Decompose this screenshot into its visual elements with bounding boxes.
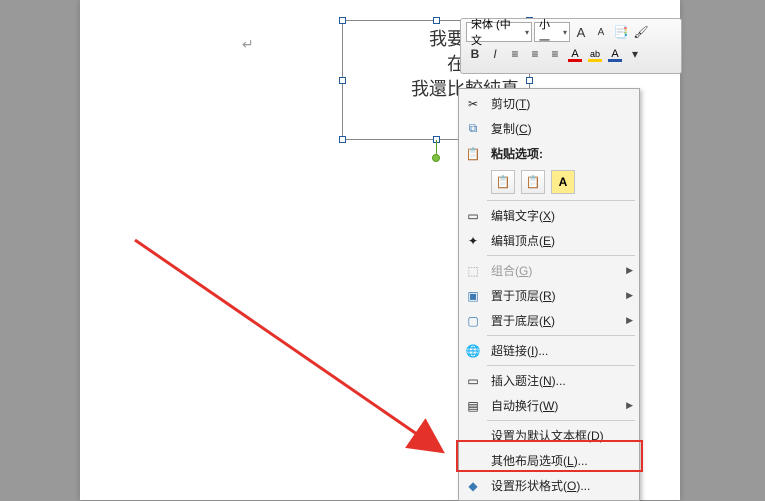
resize-handle[interactable] — [339, 77, 346, 84]
dropdown-icon[interactable]: ▾ — [626, 44, 644, 64]
group-icon: ⬚ — [465, 263, 481, 279]
separator — [487, 335, 635, 336]
scissors-icon: ✂ — [465, 96, 481, 112]
menu-default-textbox[interactable]: 设置为默认文本框(D) — [459, 423, 639, 448]
send-back-icon: ▢ — [465, 313, 481, 329]
highlight-button[interactable]: ab — [586, 45, 604, 63]
menu-format-shape[interactable]: ◆设置形状格式(O)... — [459, 473, 639, 498]
shrink-font-button[interactable]: A — [592, 22, 610, 42]
menu-send-back[interactable]: ▢置于底层(K)▶ — [459, 308, 639, 333]
resize-handle[interactable] — [433, 17, 440, 24]
font-size-combo[interactable]: 小一 — [534, 22, 570, 42]
menu-caption[interactable]: ▭插入题注(N)... — [459, 368, 639, 393]
menu-group: ⬚组合(G)▶ — [459, 258, 639, 283]
copy-icon: ⧉ — [465, 121, 481, 137]
format-shape-icon: ◆ — [465, 478, 481, 494]
font-color-button[interactable]: A — [566, 45, 584, 63]
paste-options-heading: 📋粘贴选项: — [459, 141, 639, 166]
clipboard-icon: 📋 — [465, 146, 481, 162]
rotate-handle[interactable] — [432, 154, 440, 162]
separator — [487, 255, 635, 256]
styles-icon[interactable]: 📑 — [612, 22, 630, 42]
hyperlink-icon: 🌐 — [465, 343, 481, 359]
paste-options-row: 📋 📋 A — [459, 166, 639, 198]
menu-hyperlink[interactable]: 🌐超链接(I)... — [459, 338, 639, 363]
separator — [487, 365, 635, 366]
resize-handle[interactable] — [339, 136, 346, 143]
separator — [487, 200, 635, 201]
menu-layout-options[interactable]: 其他布局选项(L)... — [459, 448, 639, 473]
chevron-right-icon: ▶ — [626, 265, 633, 276]
paragraph-mark: ↵ — [242, 36, 254, 53]
chevron-right-icon: ▶ — [626, 400, 633, 411]
grow-font-button[interactable]: A — [572, 22, 590, 42]
caption-icon: ▭ — [465, 373, 481, 389]
context-menu: ✂剪切(T) ⧉复制(C) 📋粘贴选项: 📋 📋 A ▭编辑文字(X) ✦编辑顶… — [458, 88, 640, 501]
menu-wrap[interactable]: ▤自动换行(W)▶ — [459, 393, 639, 418]
resize-handle[interactable] — [526, 77, 533, 84]
chevron-right-icon: ▶ — [626, 315, 633, 326]
menu-edit-points[interactable]: ✦编辑顶点(E) — [459, 228, 639, 253]
font-name-combo[interactable]: 宋体 (中文 — [466, 22, 532, 42]
menu-edit-text[interactable]: ▭编辑文字(X) — [459, 203, 639, 228]
resize-handle[interactable] — [339, 17, 346, 24]
separator — [487, 420, 635, 421]
edit-points-icon: ✦ — [465, 233, 481, 249]
edit-text-icon: ▭ — [465, 208, 481, 224]
menu-bring-front[interactable]: ▣置于顶层(R)▶ — [459, 283, 639, 308]
bring-front-icon: ▣ — [465, 288, 481, 304]
menu-cut[interactable]: ✂剪切(T) — [459, 91, 639, 116]
mini-toolbar: 宋体 (中文 小一 A A 📑 🖌 B I ≡ ≡ ≡ A ab A ▾ — [460, 18, 682, 74]
menu-copy[interactable]: ⧉复制(C) — [459, 116, 639, 141]
chevron-right-icon: ▶ — [626, 290, 633, 301]
paste-keep-source-button[interactable]: 📋 — [491, 170, 515, 194]
shape-fill-button[interactable]: A — [606, 45, 624, 63]
paste-merge-button[interactable]: 📋 — [521, 170, 545, 194]
wrap-icon: ▤ — [465, 398, 481, 414]
paste-text-only-button[interactable]: A — [551, 170, 575, 194]
format-painter-icon[interactable]: 🖌 — [632, 22, 650, 42]
